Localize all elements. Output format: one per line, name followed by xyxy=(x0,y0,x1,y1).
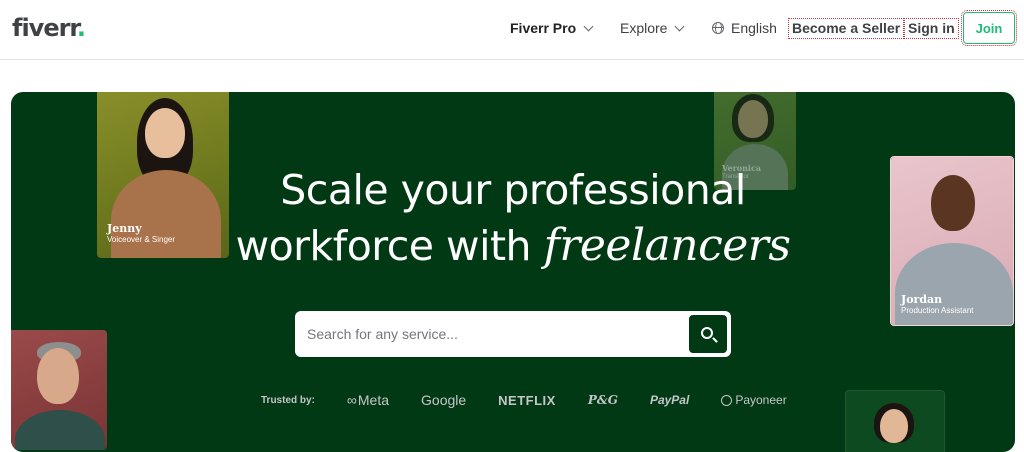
nav-fiverr-pro[interactable]: Fiverr Pro xyxy=(510,19,594,37)
sign-in-link[interactable]: Sign in xyxy=(904,18,959,39)
nav-explore[interactable]: Explore xyxy=(620,19,685,37)
headline-freelancers: freelancers xyxy=(543,220,791,271)
search-button[interactable] xyxy=(689,315,727,353)
become-seller-link[interactable]: Become a Seller xyxy=(788,18,905,39)
payoneer-ring-icon xyxy=(721,394,733,406)
logo-dot: . xyxy=(76,14,86,42)
globe-icon xyxy=(712,22,724,34)
brand-meta-label: Meta xyxy=(357,392,390,408)
trusted-by-label: Trusted by: xyxy=(261,394,315,406)
freelancer-card-bottom-right xyxy=(845,390,945,452)
headline-line-1: Scale your professional xyxy=(280,166,746,214)
hero-headline: Scale your professional workforce with f… xyxy=(11,162,1015,274)
card-name: Jordan xyxy=(901,293,943,306)
brand-pg: P&G xyxy=(587,393,618,407)
meta-infinity-icon: ∞ xyxy=(346,392,357,408)
freelancer-card-bottom-left xyxy=(11,330,107,450)
brand-payoneer: Payoneer xyxy=(721,393,787,407)
nav-fiverr-pro-label: Fiverr Pro xyxy=(510,20,577,36)
search-bar xyxy=(295,311,731,357)
nav-language-label: English xyxy=(731,20,777,36)
headline-line-2: workforce with freelancers xyxy=(11,218,1015,274)
nav-language[interactable]: English xyxy=(712,19,777,37)
brand-payoneer-label: Payoneer xyxy=(735,393,787,407)
fiverr-logo[interactable]: fiverr. xyxy=(12,14,86,42)
nav-explore-label: Explore xyxy=(620,20,668,36)
card-role: Production Assistant xyxy=(901,306,974,315)
trusted-by-row: Trusted by: ∞Meta Google NETFLIX P&G Pay… xyxy=(261,392,819,408)
headline-line-2-plain: workforce with xyxy=(235,222,544,270)
top-navigation-bar: fiverr. Fiverr Pro Explore English Becom… xyxy=(0,0,1024,60)
chevron-down-icon xyxy=(583,21,594,31)
logo-text: fiverr xyxy=(12,14,78,42)
hero-section: Jenny Voiceover & Singer Veronica Transl… xyxy=(11,92,1015,452)
brand-meta: ∞Meta xyxy=(347,392,389,408)
brand-paypal: PayPal xyxy=(649,393,690,407)
search-icon xyxy=(701,327,713,339)
brand-netflix: NETFLIX xyxy=(498,392,556,408)
search-input[interactable] xyxy=(307,319,677,349)
chevron-down-icon xyxy=(675,21,685,31)
brand-google: Google xyxy=(421,392,467,408)
join-button[interactable]: Join xyxy=(961,10,1017,46)
